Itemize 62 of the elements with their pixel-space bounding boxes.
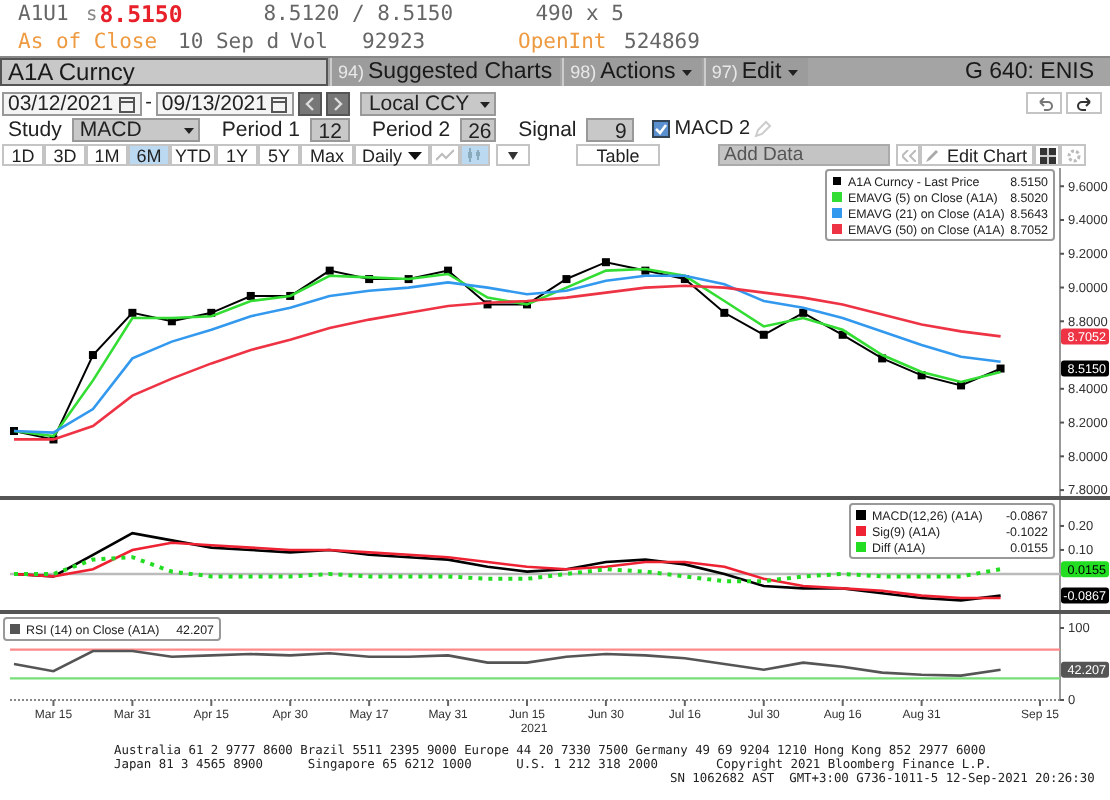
last-price: 8.5150	[99, 0, 185, 28]
caret-icon	[508, 151, 518, 159]
double-chevron-left-icon	[901, 149, 915, 161]
parameter-label: Period 1	[219, 117, 302, 141]
as-of-date: 10 Sep d	[178, 30, 282, 54]
period-tab[interactable]: 1M	[86, 144, 128, 166]
line-chart-icon	[436, 148, 454, 162]
settings-icon	[1065, 147, 1081, 163]
redo-button[interactable]	[1066, 92, 1102, 114]
bid-ask: 8.5120 / 8.5150	[263, 2, 456, 26]
next-button[interactable]	[326, 91, 351, 115]
add-data-field[interactable]: Add Data	[718, 144, 890, 166]
caret-icon	[408, 149, 422, 161]
parameter-field[interactable]: 26	[460, 117, 497, 141]
calendar-icon[interactable]	[270, 93, 289, 113]
parameter-field[interactable]: 9	[586, 117, 635, 141]
date-field[interactable]: 09/13/2021	[155, 91, 295, 115]
calendar-icon[interactable]	[117, 93, 136, 113]
period-tab[interactable]: Max	[300, 144, 354, 166]
bid-ask-size: 490 x 5	[535, 2, 624, 26]
grid-button[interactable]	[1034, 144, 1060, 166]
undo-icon	[1035, 95, 1053, 111]
redo-icon	[1075, 95, 1093, 111]
menu-button[interactable]: 94) Suggested Charts	[330, 58, 561, 86]
volume-value: 92923	[362, 30, 428, 54]
volume-label: Vol	[290, 30, 330, 54]
period-tab[interactable]: 1Y	[216, 144, 258, 166]
parameter-label: Signal	[516, 117, 579, 141]
previous-button[interactable]	[298, 91, 323, 115]
menu-button[interactable]: 97) Edit	[703, 58, 808, 86]
open-interest-label: OpenInt	[518, 30, 609, 54]
grid-icon	[1039, 147, 1055, 163]
study-dropdown[interactable]: MACD	[71, 117, 200, 141]
chevron-left-icon	[304, 95, 317, 111]
period-tab[interactable]: 5Y	[258, 144, 300, 166]
period-tab[interactable]: 6M	[128, 144, 170, 166]
date-field[interactable]: 03/12/2021	[2, 91, 142, 115]
menu-button[interactable]: 98) Actions	[562, 58, 702, 86]
parameter-field[interactable]: 12	[309, 117, 350, 141]
function-label: G 640: ENIS	[964, 58, 1096, 86]
currency-dropdown[interactable]: Local CCY	[360, 91, 497, 115]
checkbox-label[interactable]: MACD 2	[674, 118, 751, 140]
date-separator: -	[145, 92, 152, 114]
parameter-label: Period 2	[369, 117, 453, 141]
frequency-dropdown[interactable]: Daily	[354, 144, 430, 166]
period-tab[interactable]: 3D	[44, 144, 86, 166]
tick-indicator: s	[84, 3, 100, 25]
open-interest-value: 524869	[624, 30, 700, 54]
candlestick-icon	[466, 148, 484, 162]
undo-button[interactable]	[1026, 92, 1062, 114]
table-button[interactable]: Table	[576, 144, 660, 166]
more-button[interactable]	[496, 144, 530, 166]
study-label: Study	[6, 117, 64, 141]
chevron-right-icon	[332, 95, 345, 111]
period-tab[interactable]: YTD	[170, 144, 216, 166]
security-field[interactable]: A1A Curncy	[0, 58, 328, 86]
checkbox[interactable]	[652, 120, 671, 138]
edit-chart-button[interactable]: Edit Chart	[920, 144, 1034, 166]
period-tab[interactable]: 1D	[2, 144, 44, 166]
pencil-icon	[926, 148, 941, 162]
ticker-symbol: A1U1	[18, 2, 70, 26]
as-of-label: As of Close	[18, 30, 160, 54]
